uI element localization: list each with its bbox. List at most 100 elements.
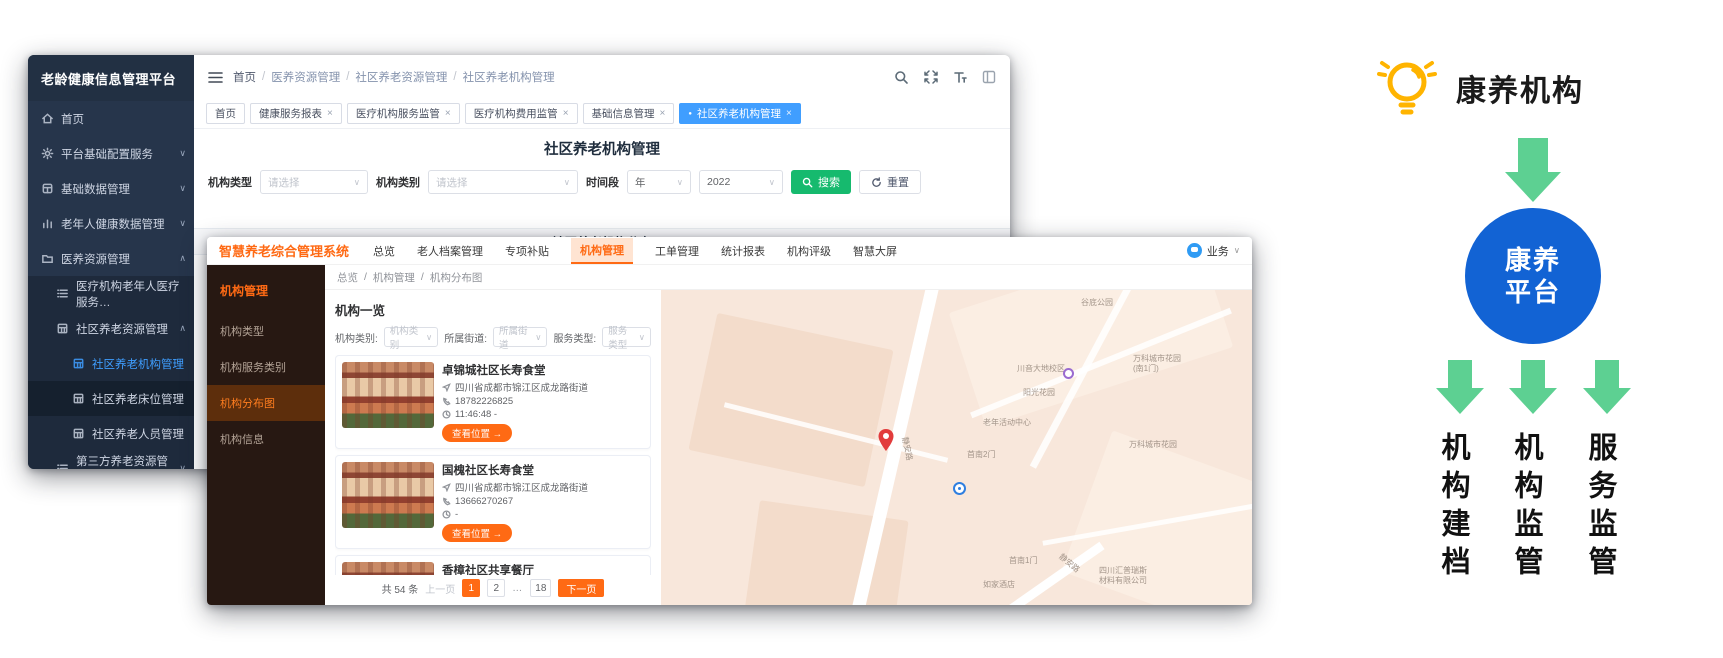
nav-stats-report[interactable]: 统计报表 <box>721 243 765 259</box>
page-18-button[interactable]: 18 <box>530 579 551 597</box>
org-photo <box>342 362 434 428</box>
nav-subsidy[interactable]: 专项补贴 <box>505 243 549 259</box>
tab-health-report[interactable]: 健康服务报表× <box>250 103 342 124</box>
page-ellipsis[interactable]: … <box>512 583 523 594</box>
chevron-down-icon: ∨ <box>354 177 360 188</box>
org-name: 卓锦城社区长寿食堂 <box>442 362 588 378</box>
org-category-filter[interactable]: 机构类别 ∨ <box>384 327 438 347</box>
sidebar-item-medical-resources[interactable]: 医养资源管理 ∧ <box>28 241 194 276</box>
org-type-select[interactable]: 请选择 ∨ <box>260 170 368 194</box>
sidebar-item-org-type[interactable]: 机构类型 <box>207 313 325 349</box>
tab-community-org-active[interactable]: ●社区养老机构管理× <box>679 103 800 124</box>
service-type-filter[interactable]: 服务类型 ∨ <box>602 327 651 347</box>
sidebar-item-community-resources[interactable]: 社区养老资源管理 ∧ <box>28 311 194 346</box>
search-icon[interactable] <box>894 70 909 85</box>
hamburger-icon[interactable] <box>208 71 223 84</box>
next-page-button[interactable]: 下一页 <box>558 579 604 597</box>
user-avatar <box>1187 243 1202 258</box>
map-label: 谷底公园 <box>1081 298 1113 308</box>
close-icon[interactable]: × <box>445 108 451 119</box>
home-icon <box>41 112 54 125</box>
nav-org-mgmt-active[interactable]: 机构管理 <box>571 238 633 264</box>
street-filter[interactable]: 所属街道 ∨ <box>493 327 547 347</box>
sidebar-item-home[interactable]: 首页 <box>28 101 194 136</box>
branch-label-service-supervision: 服务监管 <box>1579 432 1621 584</box>
page-2-button[interactable]: 2 <box>487 579 505 597</box>
view-location-button[interactable]: 查看位置 → <box>442 424 512 442</box>
nav-org-rating[interactable]: 机构评级 <box>787 243 831 259</box>
location-icon <box>442 483 451 492</box>
map-label: 川音大地校区 <box>1017 364 1065 374</box>
prev-page-button[interactable]: 上一页 <box>425 581 455 596</box>
org-photo <box>342 462 434 528</box>
close-icon[interactable]: × <box>660 108 666 119</box>
front-nav: 总览 老人档案管理 专项补贴 机构管理 工单管理 统计报表 机构评级 智慧大屏 <box>373 238 897 264</box>
nav-overview[interactable]: 总览 <box>373 243 395 259</box>
tab-home[interactable]: 首页 <box>206 103 245 124</box>
org-card[interactable]: 卓锦城社区长寿食堂 四川省成都市锦江区成龙路街道 18782226825 11:… <box>335 355 651 449</box>
app-title: 老龄健康信息管理平台 <box>28 55 194 101</box>
chevron-down-icon: ∨ <box>179 183 186 194</box>
tab-base-info[interactable]: 基础信息管理× <box>583 103 675 124</box>
search-button[interactable]: 搜索 <box>791 170 851 194</box>
chevron-up-icon: ∧ <box>179 253 186 264</box>
sidebar-item-medical-service[interactable]: 医疗机构老年人医疗服务… <box>28 276 194 311</box>
view-location-button[interactable]: 查看位置 → <box>442 524 512 542</box>
lightbulb-icon <box>1372 48 1442 124</box>
chevron-down-icon: ∨ <box>179 148 186 159</box>
sidebar-item-platform-config[interactable]: 平台基础配置服务 ∨ <box>28 136 194 171</box>
org-name: 香樟社区共享餐厅 <box>442 562 588 575</box>
sidebar-item-org-service-category[interactable]: 机构服务类别 <box>207 349 325 385</box>
down-arrow <box>1436 360 1484 414</box>
map-label: 阳光花园 <box>1023 388 1055 398</box>
map-pin-icon[interactable] <box>877 428 895 452</box>
sidebar-item-health-data[interactable]: 老年人健康数据管理 ∨ <box>28 206 194 241</box>
close-icon[interactable]: × <box>786 108 792 119</box>
fullscreen-icon[interactable] <box>924 70 938 84</box>
back-topbar: 首页 / 医养资源管理 / 社区养老资源管理 / 社区养老机构管理 <box>194 55 1010 99</box>
org-card[interactable]: 国槐社区长寿食堂 四川省成都市锦江区成龙路街道 13666270267 - 查看… <box>335 455 651 549</box>
front-body: 机构管理 机构类型 机构服务类别 机构分布图 机构信息 总览 / 机构管理 / … <box>207 265 1252 605</box>
concept-diagram: 康养机构 康养 平台 机构建档 机构监管 服务监管 <box>1280 40 1723 650</box>
sidebar-item-base-data[interactable]: 基础数据管理 ∨ <box>28 171 194 206</box>
front-header: 智慧养老综合管理系统 总览 老人档案管理 专项补贴 机构管理 工单管理 统计报表… <box>207 237 1252 265</box>
org-photo <box>342 562 434 575</box>
tab-bar: 首页 健康服务报表× 医疗机构服务监管× 医疗机构费用监管× 基础信息管理× ●… <box>194 99 1010 129</box>
user-menu[interactable]: 业务 ∨ <box>1187 243 1240 259</box>
page-title: 社区养老机构管理 <box>194 138 1010 159</box>
clock-icon <box>442 510 451 519</box>
tab-medical-fee[interactable]: 医疗机构费用监管× <box>465 103 578 124</box>
period-unit-select[interactable]: 年 ∨ <box>627 170 691 194</box>
poi-marker-icon[interactable] <box>1063 368 1074 379</box>
front-breadcrumb: 总览 / 机构管理 / 机构分布图 <box>325 265 1252 290</box>
sidebar-item-community-bed-mgmt[interactable]: 社区养老床位管理 <box>28 381 194 416</box>
page-1-button[interactable]: 1 <box>462 579 480 597</box>
sidebar-item-community-org-mgmt[interactable]: 社区养老机构管理 <box>28 346 194 381</box>
sidebar-item-thirdparty-resources[interactable]: 第三方养老资源管理 ∨ <box>28 451 194 469</box>
map-label: 万科城市花园 <box>1129 440 1177 450</box>
font-size-icon[interactable] <box>953 70 967 84</box>
sidebar-submenu: 医疗机构老年人医疗服务… 社区养老资源管理 ∧ 社区养老机构管理 社区养老床位管… <box>28 276 194 469</box>
nav-work-order[interactable]: 工单管理 <box>655 243 699 259</box>
metro-station-icon[interactable] <box>953 482 966 495</box>
org-card[interactable]: 香樟社区共享餐厅 四川省成都市锦江区成龙路街道 18108065631 - 查看… <box>335 555 651 575</box>
nav-smart-screen[interactable]: 智慧大屏 <box>853 243 897 259</box>
map[interactable]: 谷底公园 万科城市花园(南1门) 川音大地校区 阳光花园 老年活动中心 首南2门… <box>661 290 1252 605</box>
org-category-select[interactable]: 请选择 ∨ <box>428 170 578 194</box>
close-icon[interactable]: × <box>327 108 333 119</box>
period-year-select[interactable]: 2022 ∨ <box>699 170 783 194</box>
gear-icon <box>41 147 54 160</box>
front-sidebar: 机构管理 机构类型 机构服务类别 机构分布图 机构信息 <box>207 265 325 605</box>
down-arrow <box>1505 138 1561 202</box>
branch-label-org-supervision: 机构监管 <box>1505 432 1547 584</box>
sidebar-item-org-distribution-map[interactable]: 机构分布图 <box>207 385 325 421</box>
map-label: 四川汇普瑞斯材料有限公司 <box>1099 566 1151 586</box>
tab-medical-service-监管[interactable]: 医疗机构服务监管× <box>347 103 460 124</box>
layout-icon[interactable] <box>982 70 996 84</box>
close-icon[interactable]: × <box>563 108 569 119</box>
reset-button[interactable]: 重置 <box>859 170 921 194</box>
sidebar-item-community-staff-mgmt[interactable]: 社区养老人员管理 <box>28 416 194 451</box>
active-dot: ● <box>688 111 692 117</box>
sidebar-item-org-info[interactable]: 机构信息 <box>207 421 325 457</box>
nav-elder-archive[interactable]: 老人档案管理 <box>417 243 483 259</box>
